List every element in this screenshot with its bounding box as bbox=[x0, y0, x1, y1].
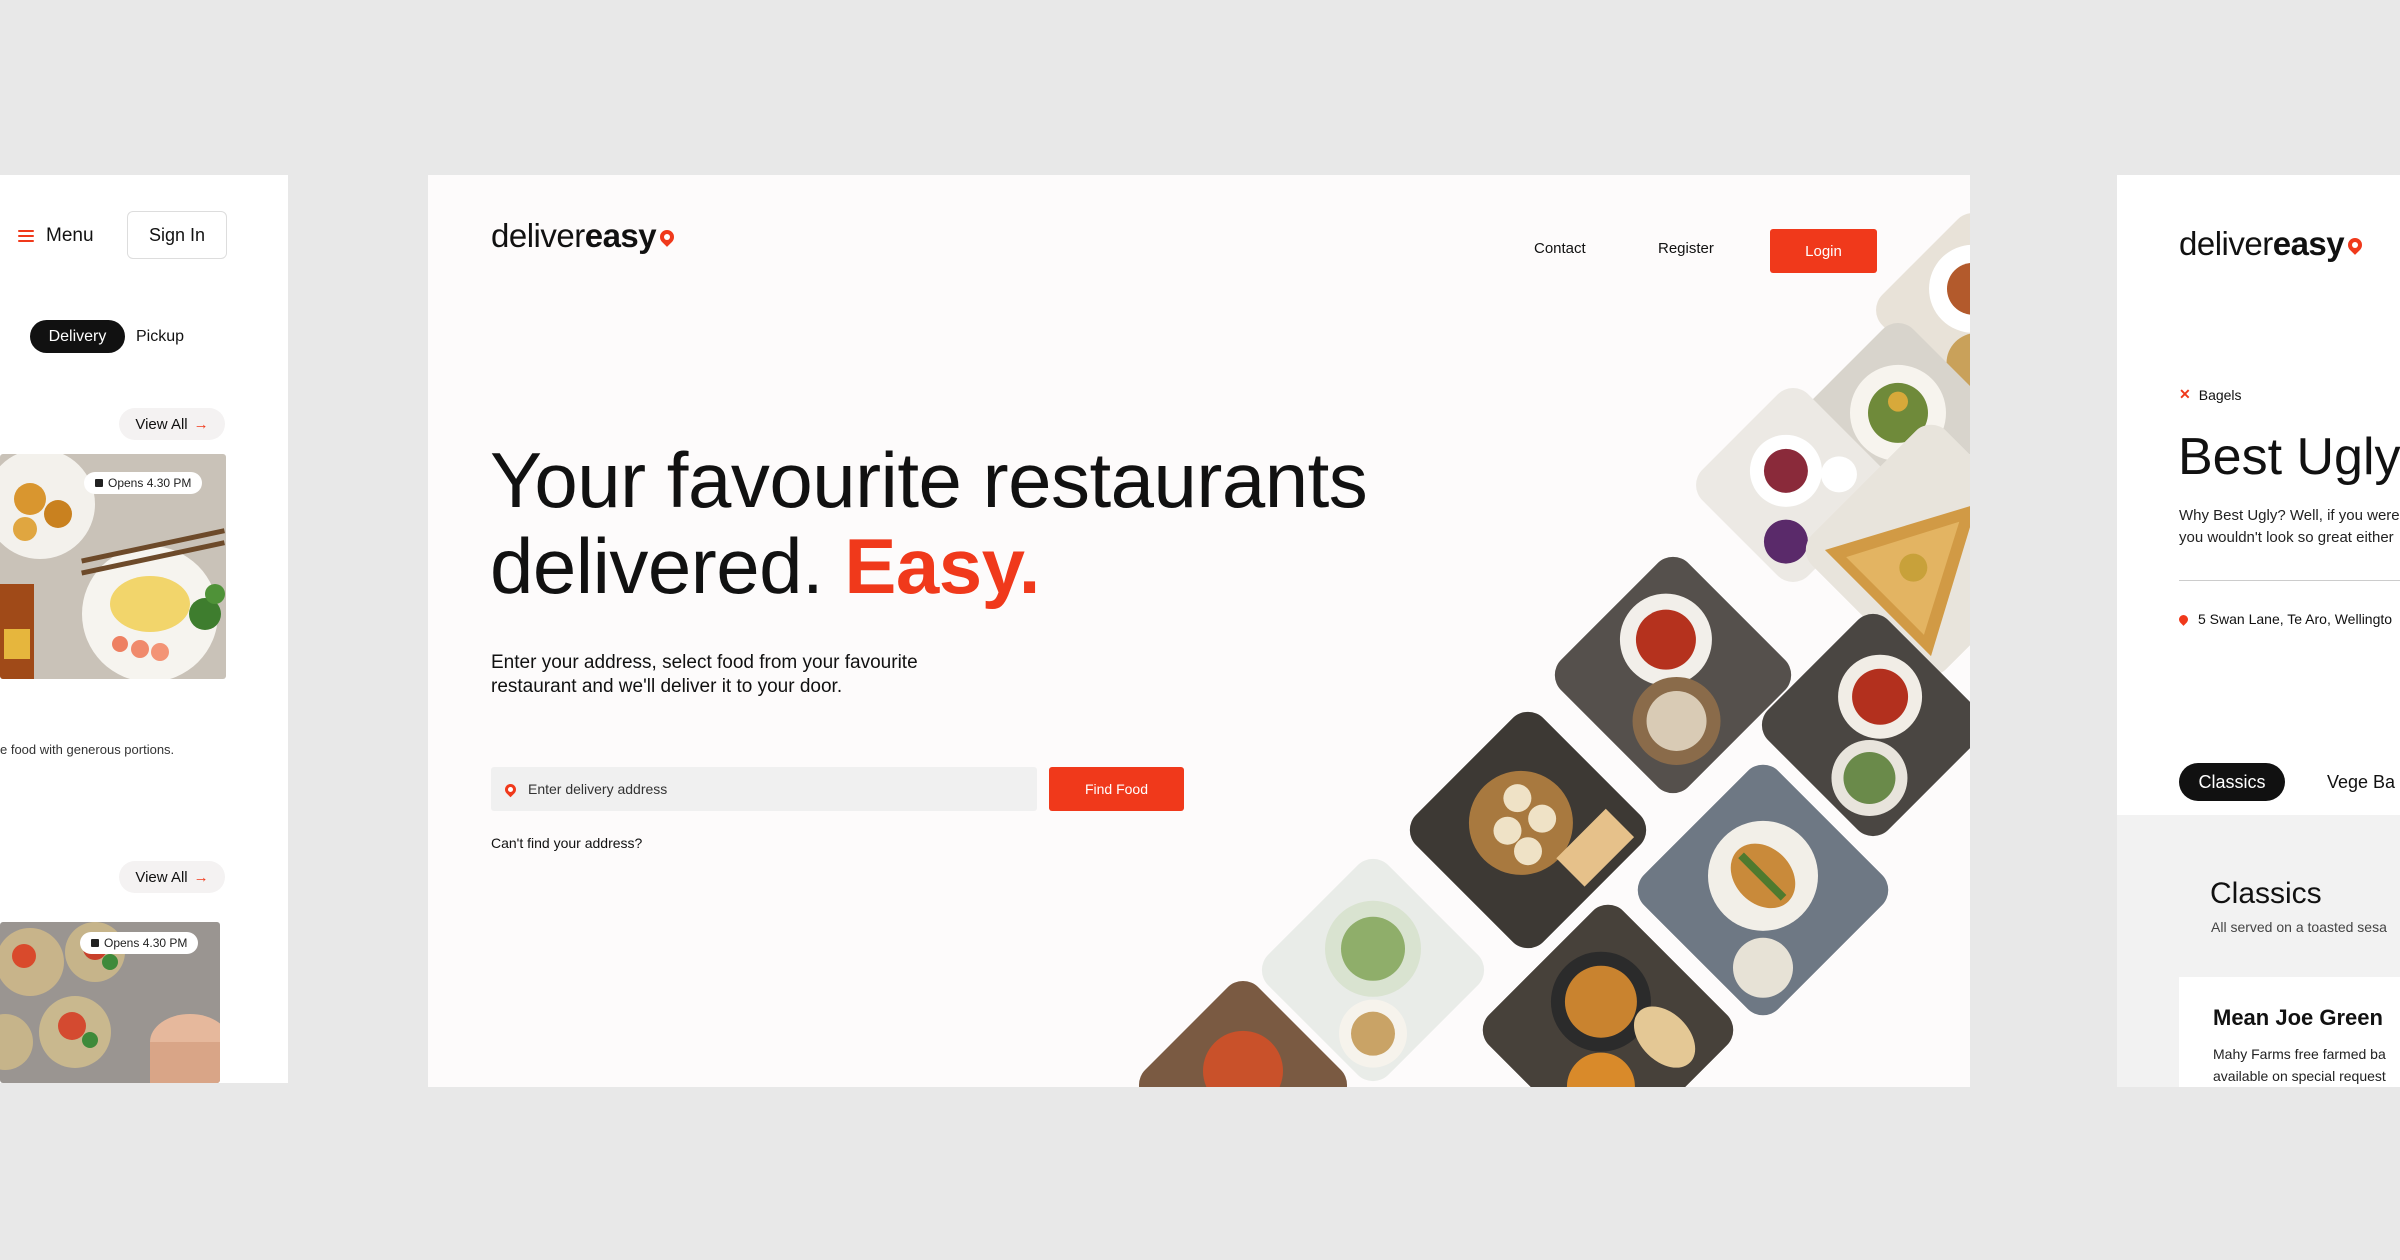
utensils-icon: ✕ bbox=[2179, 386, 2191, 402]
opening-time-badge: Opens 4.30 PM bbox=[80, 932, 199, 954]
food-tile bbox=[1252, 849, 1494, 1087]
logo-text-light: deliver bbox=[491, 217, 585, 254]
address-text: 5 Swan Lane, Te Aro, Wellingto bbox=[2198, 611, 2393, 627]
arrow-right-icon: → bbox=[193, 415, 209, 433]
store-icon bbox=[95, 479, 103, 487]
headline-line-2: delivered. Easy. bbox=[490, 523, 1490, 609]
description-line: Why Best Ugly? Well, if you were bbox=[2179, 507, 2400, 524]
restaurant-title: Best Ugly bbox=[2178, 428, 2400, 486]
headline-accent: Easy. bbox=[844, 522, 1040, 610]
mobile-preview-left: Menu Sign In Delivery Pickup View All → … bbox=[0, 175, 288, 1083]
restaurant-description: Why Best Ugly? Well, if you were you wou… bbox=[2179, 505, 2400, 549]
food-tile bbox=[1545, 547, 1801, 803]
location-pin-icon bbox=[2177, 612, 2190, 626]
food-collage bbox=[428, 175, 1970, 1087]
hero-headline: Your favourite restaurants delivered. Ea… bbox=[490, 437, 1490, 609]
food-tile bbox=[1866, 203, 1970, 417]
hamburger-icon bbox=[18, 230, 34, 242]
tab-vege-bagels[interactable]: Vege Ba bbox=[2327, 763, 2395, 801]
opening-time-badge: Opens 4.30 PM bbox=[84, 472, 203, 494]
divider bbox=[2179, 580, 2400, 581]
logo-text-bold: easy bbox=[2272, 225, 2345, 262]
food-tile bbox=[1791, 313, 1970, 527]
arrow-right-icon: → bbox=[193, 868, 209, 886]
address-input[interactable] bbox=[526, 780, 1010, 798]
menu-label: Menu bbox=[46, 225, 94, 246]
cant-find-address-link[interactable]: Can't find your address? bbox=[491, 835, 642, 851]
headline-line-1: Your favourite restaurants bbox=[490, 436, 1368, 524]
nav-register[interactable]: Register bbox=[1658, 240, 1714, 257]
menu-button[interactable]: Menu bbox=[18, 225, 94, 247]
description-line: available on special request bbox=[2213, 1068, 2386, 1084]
location-pin-icon bbox=[502, 781, 519, 797]
logo[interactable]: deliver easy bbox=[491, 217, 678, 255]
restaurant-description: e food with generous portions. bbox=[0, 742, 175, 757]
description-line: Mahy Farms free farmed ba bbox=[2213, 1046, 2386, 1062]
tab-delivery[interactable]: Delivery bbox=[30, 320, 125, 353]
tab-pickup[interactable]: Pickup bbox=[136, 320, 184, 353]
food-tile bbox=[1473, 895, 1743, 1087]
food-tile bbox=[1628, 755, 1898, 1025]
login-button[interactable]: Login bbox=[1770, 229, 1877, 273]
nav-contact[interactable]: Contact bbox=[1534, 240, 1586, 257]
restaurant-address: 5 Swan Lane, Te Aro, Wellingto bbox=[2177, 611, 2393, 627]
food-tile bbox=[1129, 971, 1357, 1087]
food-tile bbox=[1400, 702, 1656, 958]
map-pin-icon bbox=[2345, 235, 2366, 255]
view-all-label: View All bbox=[135, 415, 188, 433]
category-text: Bagels bbox=[2198, 386, 2242, 403]
food-tile bbox=[1752, 604, 1970, 846]
view-all-button[interactable]: View All → bbox=[119, 408, 225, 440]
badge-text: Opens 4.30 PM bbox=[108, 476, 192, 490]
map-pin-icon bbox=[657, 227, 678, 247]
view-all-label: View All bbox=[135, 868, 188, 886]
view-all-button[interactable]: View All → bbox=[119, 861, 225, 893]
hero-subtext: Enter your address, select food from you… bbox=[491, 652, 918, 697]
store-icon bbox=[91, 939, 99, 947]
logo-text-light: deliver bbox=[2179, 225, 2273, 262]
restaurant-photo[interactable]: Opens 4.30 PM bbox=[0, 454, 226, 679]
restaurant-photo[interactable]: Opens 4.30 PM bbox=[0, 922, 220, 1083]
desktop-home-preview: deliver easy Contact Register Login Your … bbox=[428, 175, 1970, 1087]
category-label: ✕ Bagels bbox=[2179, 386, 2242, 403]
food-tile bbox=[1796, 415, 1970, 685]
menu-section-subtitle: All served on a toasted sesa bbox=[2211, 919, 2387, 935]
food-tile bbox=[1686, 378, 1900, 592]
restaurant-page-preview: deliver easy ✕ Bagels Best Ugly Why Best … bbox=[2117, 175, 2400, 1087]
find-food-button[interactable]: Find Food bbox=[1049, 767, 1184, 811]
badge-text: Opens 4.30 PM bbox=[104, 936, 188, 950]
menu-section-title: Classics bbox=[2210, 877, 2322, 910]
sign-in-button[interactable]: Sign In bbox=[127, 211, 227, 259]
headline-delivered: delivered. bbox=[490, 522, 824, 610]
description-line: you wouldn't look so great either bbox=[2179, 529, 2394, 546]
menu-item-name: Mean Joe Green bbox=[2213, 1005, 2383, 1030]
tab-classics[interactable]: Classics bbox=[2179, 763, 2285, 801]
logo-text-bold: easy bbox=[584, 217, 657, 254]
address-field[interactable] bbox=[491, 767, 1037, 811]
menu-item-description: Mahy Farms free farmed ba available on s… bbox=[2213, 1043, 2386, 1087]
logo[interactable]: deliver easy bbox=[2179, 225, 2366, 263]
